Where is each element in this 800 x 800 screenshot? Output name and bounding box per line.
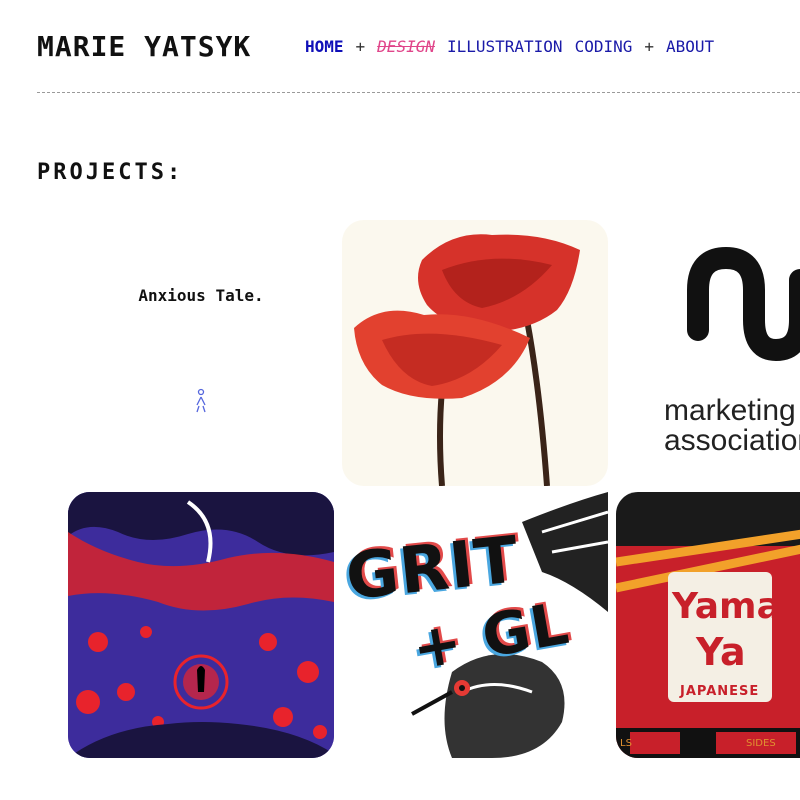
- yama-word1: Yama: [672, 586, 781, 627]
- project-tile-marketing-association[interactable]: marketing association: [616, 220, 800, 486]
- nav-design[interactable]: DESIGN: [377, 37, 435, 56]
- project-tile-anxious-tale[interactable]: Anxious Tale.: [68, 220, 334, 486]
- header-divider: [37, 92, 800, 93]
- nav-illustration[interactable]: ILLUSTRATION: [447, 37, 563, 56]
- project-title: Anxious Tale.: [138, 286, 264, 305]
- nav-home[interactable]: HOME: [305, 37, 344, 56]
- project-tile-yama-ya[interactable]: Yama Ya JAPANESE LS SIDES: [616, 492, 800, 758]
- project-tile-poppies[interactable]: [342, 220, 608, 486]
- yama-word2: Ya: [696, 630, 746, 674]
- projects-heading: PROJECTS:: [37, 160, 184, 185]
- nav-coding[interactable]: CODING: [575, 37, 633, 56]
- main-nav: HOME + DESIGN ILLUSTRATION CODING + ABOU…: [305, 37, 714, 56]
- yama-subtitle: JAPANESE: [680, 684, 760, 699]
- site-title[interactable]: MARIE YATSYK: [37, 30, 251, 63]
- nav-separator: +: [644, 37, 654, 56]
- nav-separator: +: [355, 37, 366, 56]
- project-tile-night-sky[interactable]: [68, 492, 334, 758]
- marketing-logo-icon: [687, 246, 800, 362]
- marketing-text: marketing association: [664, 394, 800, 457]
- night-sky-image: [68, 492, 334, 758]
- poppies-image: [354, 234, 580, 486]
- yama-right-label: SIDES: [746, 738, 776, 749]
- project-tile-grit-gl[interactable]: GRIT + GL: [342, 492, 608, 758]
- yama-left-label: LS: [620, 738, 632, 749]
- nav-about[interactable]: ABOUT: [666, 37, 714, 56]
- stick-figure-icon: [196, 388, 206, 413]
